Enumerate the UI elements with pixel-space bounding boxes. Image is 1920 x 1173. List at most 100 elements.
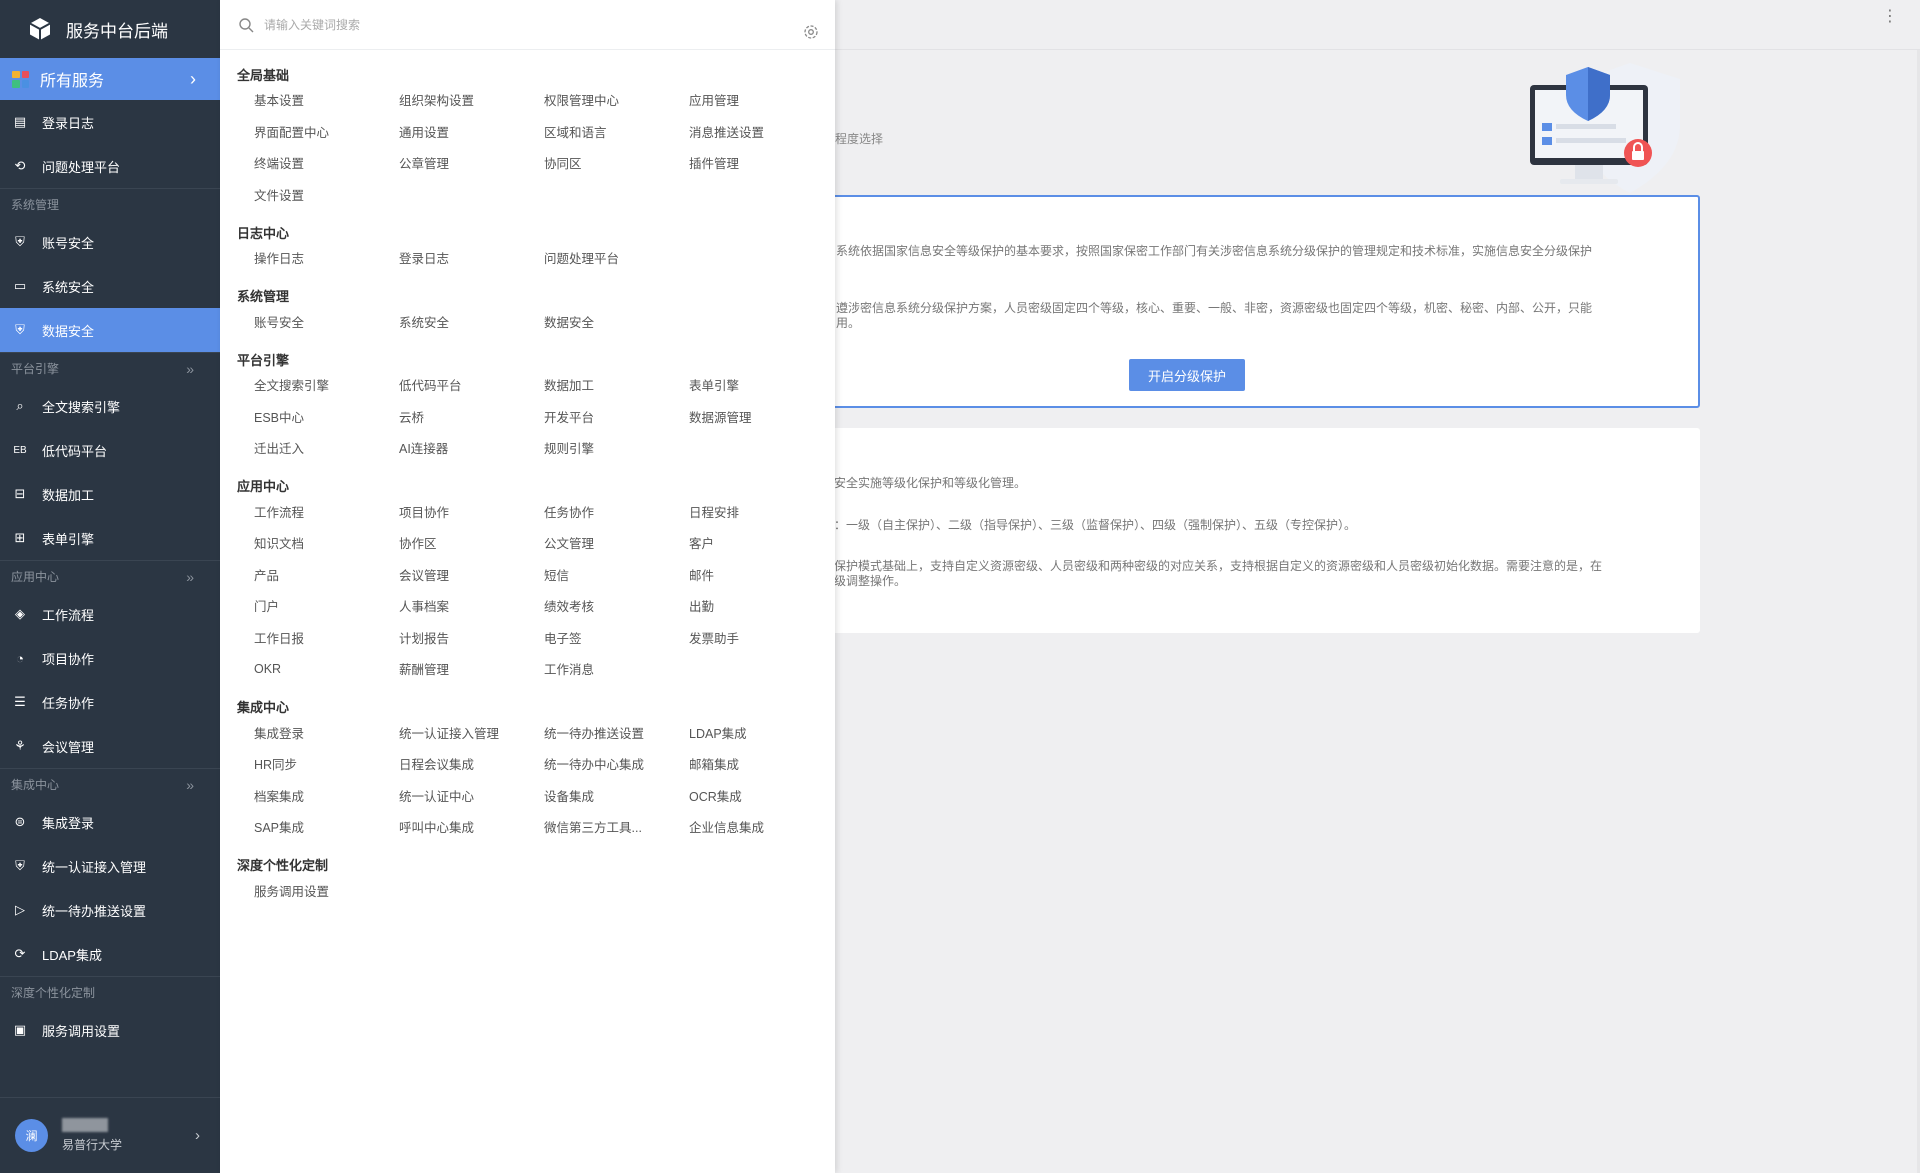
- panel-service-link[interactable]: 设备集成: [544, 780, 689, 812]
- panel-service-link[interactable]: 出勤: [689, 590, 834, 622]
- user-profile[interactable]: 澜 易普行大学 ›: [0, 1097, 220, 1173]
- panel-service-link[interactable]: 全文搜索引擎: [254, 369, 399, 401]
- panel-service-link[interactable]: 数据源管理: [689, 401, 834, 433]
- panel-service-link[interactable]: 权限管理中心: [544, 84, 689, 116]
- enable-grade-protection-button[interactable]: 开启分级保护: [1129, 359, 1245, 391]
- panel-service-link[interactable]: 邮箱集成: [689, 748, 834, 780]
- panel-service-link[interactable]: 统一待办中心集成: [544, 748, 689, 780]
- panel-service-link[interactable]: 项目协作: [399, 496, 544, 528]
- panel-service-link[interactable]: 服务调用设置: [254, 875, 399, 907]
- panel-service-link[interactable]: 协作区: [399, 527, 544, 559]
- panel-service-link[interactable]: 规则引擎: [544, 432, 689, 464]
- panel-service-link[interactable]: 工作流程: [254, 496, 399, 528]
- sidebar-item[interactable]: ⚘ 会议管理: [0, 724, 220, 768]
- sidebar-group-header[interactable]: 应用中心 »: [0, 560, 220, 592]
- panel-service-link[interactable]: OCR集成: [689, 780, 834, 812]
- panel-service-link[interactable]: SAP集成: [254, 811, 399, 843]
- panel-service-link[interactable]: 公章管理: [399, 147, 544, 179]
- grade-protection-card: 系统依据国家信息安全等级保护的基本要求，按照国家保密工作部门有关涉密信息系统分级…: [800, 195, 1700, 408]
- more-vertical-icon[interactable]: ⋮: [1882, 9, 1898, 25]
- panel-service-link[interactable]: AI连接器: [399, 432, 544, 464]
- panel-service-link[interactable]: 电子签: [544, 622, 689, 654]
- panel-service-link[interactable]: 开发平台: [544, 401, 689, 433]
- brand[interactable]: 服务中台后端: [0, 0, 220, 58]
- panel-service-link[interactable]: 统一认证中心: [399, 780, 544, 812]
- panel-service-link[interactable]: 应用管理: [689, 84, 834, 116]
- search-input[interactable]: [264, 17, 744, 32]
- panel-service-link[interactable]: 账号安全: [254, 306, 399, 338]
- panel-service-link[interactable]: 短信: [544, 559, 689, 591]
- panel-service-link[interactable]: 插件管理: [689, 147, 834, 179]
- sidebar-item[interactable]: ⟲ 问题处理平台: [0, 144, 220, 188]
- panel-service-link[interactable]: 发票助手: [689, 622, 834, 654]
- panel-service-link[interactable]: 呼叫中心集成: [399, 811, 544, 843]
- sidebar-item[interactable]: ⊜ 集成登录: [0, 800, 220, 844]
- panel-service-link[interactable]: 区域和语言: [544, 116, 689, 148]
- panel-service-link[interactable]: 计划报告: [399, 622, 544, 654]
- panel-service-link[interactable]: 邮件: [689, 559, 834, 591]
- panel-service-link[interactable]: 云桥: [399, 401, 544, 433]
- sidebar-item[interactable]: ⌕ 全文搜索引擎: [0, 384, 220, 428]
- settings-icon[interactable]: [803, 24, 819, 40]
- panel-service-link[interactable]: 系统安全: [399, 306, 544, 338]
- panel-service-link[interactable]: 会议管理: [399, 559, 544, 591]
- panel-service-link[interactable]: ESB中心: [254, 401, 399, 433]
- sidebar-item[interactable]: ⛨ 账号安全: [0, 220, 220, 264]
- panel-service-link[interactable]: 终端设置: [254, 147, 399, 179]
- sidebar-group-header[interactable]: 平台引擎 »: [0, 352, 220, 384]
- sidebar-item[interactable]: ⛨ 统一认证接入管理: [0, 844, 220, 888]
- panel-service-link[interactable]: 表单引擎: [689, 369, 834, 401]
- panel-service-link[interactable]: 企业信息集成: [689, 811, 834, 843]
- panel-service-link[interactable]: 数据安全: [544, 306, 689, 338]
- all-services-button[interactable]: 所有服务 ›: [0, 58, 220, 100]
- panel-service-link[interactable]: 公文管理: [544, 527, 689, 559]
- panel-service-link[interactable]: 问题处理平台: [544, 242, 689, 274]
- panel-service-link[interactable]: 界面配置中心: [254, 116, 399, 148]
- panel-service-link[interactable]: 基本设置: [254, 84, 399, 116]
- panel-service-link[interactable]: 工作消息: [544, 653, 689, 685]
- panel-service-link[interactable]: 低代码平台: [399, 369, 544, 401]
- sidebar-item[interactable]: ⊟ 数据加工: [0, 472, 220, 516]
- panel-service-link[interactable]: 组织架构设置: [399, 84, 544, 116]
- panel-service-link[interactable]: 文件设置: [254, 179, 399, 211]
- sidebar-item[interactable]: ⊞ 表单引擎: [0, 516, 220, 560]
- panel-service-link[interactable]: 统一待办推送设置: [544, 717, 689, 749]
- panel-service-link[interactable]: 绩效考核: [544, 590, 689, 622]
- panel-service-link[interactable]: LDAP集成: [689, 717, 834, 749]
- sidebar-item[interactable]: ◈ 工作流程: [0, 592, 220, 636]
- panel-service-link[interactable]: 消息推送设置: [689, 116, 834, 148]
- panel-service-link[interactable]: 日程安排: [689, 496, 834, 528]
- panel-service-link[interactable]: 操作日志: [254, 242, 399, 274]
- panel-service-link[interactable]: 客户: [689, 527, 834, 559]
- panel-service-link[interactable]: 任务协作: [544, 496, 689, 528]
- panel-service-link[interactable]: 通用设置: [399, 116, 544, 148]
- auth-icon: ⛨: [15, 858, 25, 873]
- panel-service-link[interactable]: 薪酬管理: [399, 653, 544, 685]
- panel-service-link[interactable]: 工作日报: [254, 622, 399, 654]
- sidebar-item[interactable]: EB 低代码平台: [0, 428, 220, 472]
- panel-service-link[interactable]: 数据加工: [544, 369, 689, 401]
- panel-service-link[interactable]: HR同步: [254, 748, 399, 780]
- panel-service-link[interactable]: 日程会议集成: [399, 748, 544, 780]
- sidebar-group-header[interactable]: 集成中心 »: [0, 768, 220, 800]
- panel-service-link[interactable]: 登录日志: [399, 242, 544, 274]
- sidebar-item[interactable]: ⛨ 数据安全: [0, 308, 220, 352]
- panel-service-link[interactable]: 门户: [254, 590, 399, 622]
- panel-service-link[interactable]: OKR: [254, 653, 399, 685]
- panel-service-link[interactable]: 协同区: [544, 147, 689, 179]
- sidebar-item[interactable]: ▷ 统一待办推送设置: [0, 888, 220, 932]
- panel-service-link[interactable]: 产品: [254, 559, 399, 591]
- panel-service-link[interactable]: 统一认证接入管理: [399, 717, 544, 749]
- panel-service-link[interactable]: 迁出迁入: [254, 432, 399, 464]
- panel-service-link[interactable]: 微信第三方工具...: [544, 811, 689, 843]
- sidebar-item[interactable]: ◔ 项目协作: [0, 636, 220, 680]
- panel-service-link[interactable]: 档案集成: [254, 780, 399, 812]
- sidebar-item[interactable]: ▣ 服务调用设置: [0, 1008, 220, 1052]
- panel-service-link[interactable]: 人事档案: [399, 590, 544, 622]
- sidebar-item[interactable]: ☰ 任务协作: [0, 680, 220, 724]
- panel-service-link[interactable]: 集成登录: [254, 717, 399, 749]
- sidebar-item[interactable]: ▤ 登录日志: [0, 100, 220, 144]
- sidebar-item[interactable]: ⟳ LDAP集成: [0, 932, 220, 976]
- sidebar-item[interactable]: ▭ 系统安全: [0, 264, 220, 308]
- panel-service-link[interactable]: 知识文档: [254, 527, 399, 559]
